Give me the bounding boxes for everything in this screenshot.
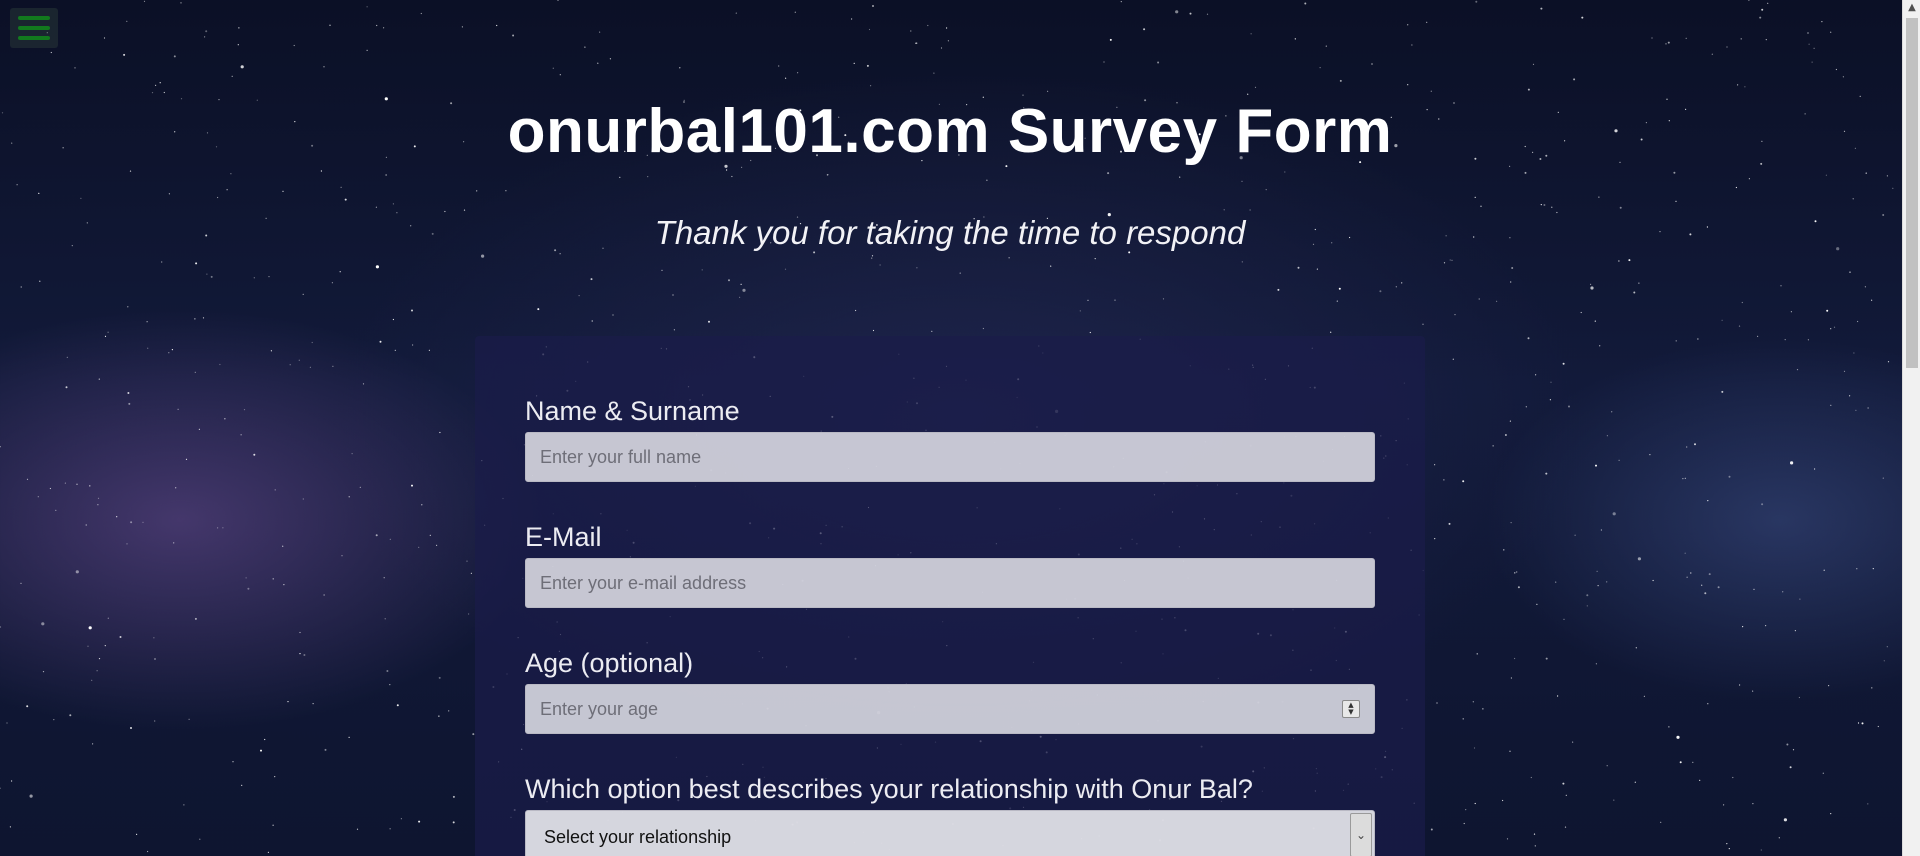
menu-bar-line <box>18 26 50 30</box>
age-label: Age (optional) <box>525 648 694 678</box>
relationship-select[interactable]: Select your relationship ⌄ <box>525 810 1375 856</box>
page-title: onurbal101.com Survey Form <box>507 97 1393 166</box>
scroll-up-arrow-icon[interactable]: ▲ <box>1903 0 1920 16</box>
name-field-wrapper <box>525 432 1375 482</box>
email-field-wrapper <box>525 558 1375 608</box>
hamburger-menu-button[interactable] <box>10 8 58 48</box>
number-spinner-icon[interactable]: ▲ ▼ <box>1342 700 1360 718</box>
name-label: Name & Surname <box>525 396 740 426</box>
age-field-wrapper: ▲ ▼ <box>525 684 1375 734</box>
relationship-label: Which option best describes your relatio… <box>525 774 1253 804</box>
scroll-thumb[interactable] <box>1906 18 1918 368</box>
name-input[interactable] <box>526 433 1374 481</box>
email-label: E-Mail <box>525 522 602 552</box>
page-scrollbar[interactable]: ▲ <box>1902 0 1920 856</box>
page-subtitle: Thank you for taking the time to respond <box>654 214 1246 251</box>
menu-bar-line <box>18 16 50 20</box>
email-input[interactable] <box>526 559 1374 607</box>
relationship-selected-value: Select your relationship <box>544 827 732 847</box>
chevron-down-icon[interactable]: ⌄ <box>1350 813 1372 856</box>
survey-form: Name & Surname E-Mail Age (optional) ▲ ▼… <box>475 336 1425 856</box>
age-input[interactable] <box>526 685 1374 733</box>
spinner-down-icon: ▼ <box>1348 708 1354 716</box>
menu-bar-line <box>18 36 50 40</box>
